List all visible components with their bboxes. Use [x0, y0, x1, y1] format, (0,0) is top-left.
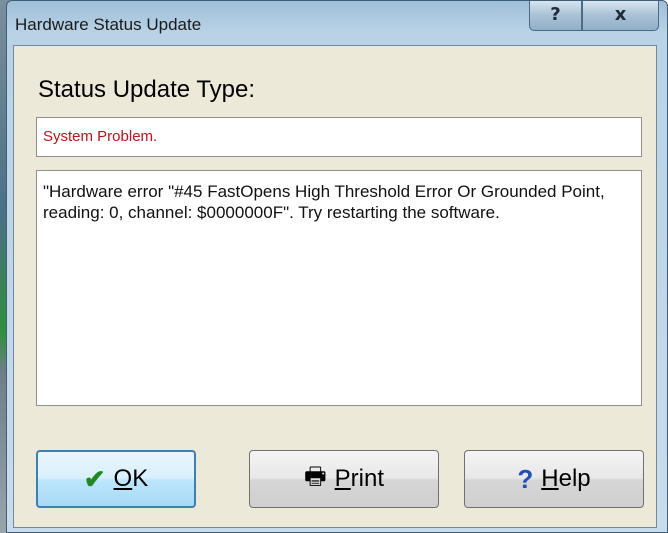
titlebar-help-button[interactable]: ?	[529, 1, 582, 31]
status-update-type-label: Status Update Type:	[38, 76, 256, 103]
close-button[interactable]: x	[582, 1, 659, 31]
help-label-rest: elp	[558, 465, 591, 492]
ok-accelerator: O	[113, 465, 133, 492]
ok-label: OK	[114, 465, 149, 493]
help-label: Help	[541, 465, 590, 493]
help-button[interactable]: ? Help	[464, 450, 644, 508]
print-label: Print	[335, 465, 384, 493]
window-title: Hardware Status Update	[15, 15, 202, 34]
checkmark-icon: ✔	[83, 463, 106, 494]
print-accelerator: P	[334, 465, 351, 492]
printer-icon: 🖶	[303, 462, 327, 490]
dialog-body: Status Update Type: System Problem. "Har…	[13, 45, 657, 528]
ok-button[interactable]: ✔ OK	[36, 450, 196, 508]
print-label-rest: rint	[350, 465, 384, 492]
status-message-box[interactable]: "Hardware error "#45 FastOpens High Thre…	[36, 170, 642, 406]
ok-label-rest: K	[132, 465, 149, 492]
help-accelerator: H	[541, 465, 559, 492]
status-type-field[interactable]: System Problem.	[36, 117, 642, 157]
dialog-window: Hardware Status Update ? x Status Update…	[6, 0, 668, 533]
question-mark-icon: ?	[517, 463, 534, 494]
title-bar[interactable]: Hardware Status Update ? x	[7, 1, 667, 45]
print-button[interactable]: 🖶 Print	[249, 450, 439, 508]
